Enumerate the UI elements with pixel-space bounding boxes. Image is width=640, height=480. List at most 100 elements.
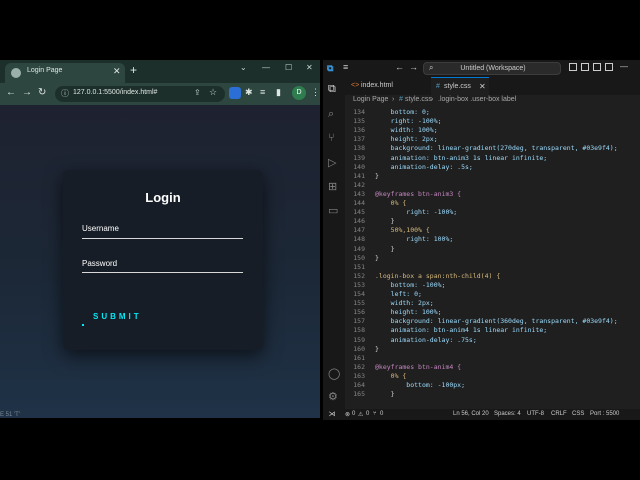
code-line[interactable]: 134 bottom: 0; — [345, 108, 640, 117]
remote-explorer-icon[interactable]: ▭ — [328, 204, 338, 217]
code-line[interactable]: 158 animation: btn-anim4 1s linear infin… — [345, 326, 640, 335]
code-line[interactable]: 138 background: linear-gradient(270deg, … — [345, 144, 640, 153]
warning-icon[interactable]: ⚠ — [358, 411, 363, 418]
code-line[interactable]: 156 height: 100%; — [345, 308, 640, 317]
back-arrow-icon[interactable]: ← — [6, 87, 16, 98]
share-icon[interactable]: ⇪ — [194, 88, 201, 97]
search-icon[interactable]: ⌕ — [328, 108, 334, 121]
warning-count[interactable]: 0 — [366, 411, 369, 417]
puzzle-icon[interactable]: ✱ — [245, 87, 253, 98]
customize-layout-icon[interactable] — [605, 63, 613, 71]
code-line[interactable]: 136 width: 100%; — [345, 126, 640, 135]
code-line[interactable]: 149 } — [345, 245, 640, 254]
reload-icon[interactable]: ↻ — [38, 87, 46, 98]
code-line[interactable]: 157 background: linear-gradient(360deg, … — [345, 317, 640, 326]
username-input[interactable] — [82, 238, 243, 239]
code-line[interactable]: 142 — [345, 181, 640, 190]
forward-arrow-icon[interactable]: → — [22, 87, 32, 98]
tab-style-css[interactable]: # style.css ✕ — [431, 77, 489, 95]
close-icon[interactable]: ✕ — [479, 78, 486, 96]
code-line[interactable]: 152 .login-box a span:nth-child(4) { — [345, 272, 640, 281]
toggle-panel-icon[interactable] — [581, 63, 589, 71]
code-line[interactable]: 153 bottom: -100%; — [345, 281, 640, 290]
code-line[interactable]: 162 @keyframes btn-anim4 { — [345, 363, 640, 372]
line-number: 137 — [353, 135, 365, 144]
sidebar-icon[interactable]: ▮ — [276, 87, 281, 98]
code-line[interactable]: 137 height: 2px; — [345, 135, 640, 144]
code-editor[interactable]: 134 bottom: 0; 135 right: -100%; 136 width… — [345, 107, 640, 409]
code-line[interactable]: 150} — [345, 254, 640, 263]
code-line[interactable]: 148 right: 100%; — [345, 235, 640, 244]
cursor-position[interactable]: Ln 56, Col 20 — [453, 411, 489, 417]
minimize-button[interactable]: — — [262, 63, 270, 72]
remote-indicator-icon[interactable]: ⋊ — [323, 409, 341, 420]
run-debug-icon[interactable]: ▷ — [328, 156, 336, 169]
minimize-button[interactable]: — — [620, 62, 628, 71]
code-line[interactable]: 146 } — [345, 217, 640, 226]
code-line[interactable]: 140 animation-delay: .5s; — [345, 163, 640, 172]
explorer-icon[interactable]: ⧉ — [328, 83, 336, 96]
line-number: 135 — [353, 117, 365, 126]
encoding[interactable]: UTF-8 — [527, 411, 544, 417]
indentation[interactable]: Spaces: 4 — [494, 411, 521, 417]
breadcrumb-file[interactable]: style.css — [405, 96, 432, 103]
port-status[interactable]: Port : 5500 — [590, 411, 619, 417]
close-window-button[interactable]: ✕ — [306, 63, 313, 72]
new-tab-button[interactable]: + — [130, 63, 137, 77]
avatar[interactable]: D — [292, 86, 306, 100]
code-line[interactable]: 165 } — [345, 390, 640, 399]
ports-icon[interactable]: ⑂ — [373, 411, 377, 417]
chevron-down-icon[interactable]: ⌄ — [240, 63, 247, 72]
gear-icon[interactable]: ⚙ — [328, 390, 338, 403]
media-icon[interactable]: ≡ — [260, 87, 265, 97]
error-icon[interactable]: ⊗ — [345, 411, 350, 418]
command-center-search[interactable]: ⌕ Untitled (Workspace) — [423, 62, 561, 75]
forward-arrow-icon[interactable]: → — [409, 62, 418, 72]
breadcrumb-folder[interactable]: Login Page — [353, 96, 388, 103]
toggle-secondary-sidebar-icon[interactable] — [593, 63, 601, 71]
error-count[interactable]: 0 — [352, 411, 355, 417]
breadcrumb-symbol[interactable]: .login-box .user-box label — [438, 96, 516, 103]
code-line[interactable]: 143 @keyframes btn-anim3 { — [345, 190, 640, 199]
line-ending[interactable]: CRLF — [551, 411, 567, 417]
code-line[interactable]: 139 animation: btn-anim3 1s linear infin… — [345, 154, 640, 163]
line-number: 157 — [353, 317, 365, 326]
ports-count[interactable]: 0 — [380, 411, 383, 417]
line-number: 150 — [353, 253, 365, 262]
close-tab-icon[interactable]: ✕ — [113, 66, 121, 77]
code-line[interactable]: 163 0% { — [345, 372, 640, 381]
browser-tab[interactable]: Login Page ✕ — [5, 63, 125, 83]
line-number: 153 — [353, 280, 365, 289]
tab-index-html[interactable]: <> index.html — [345, 77, 403, 95]
activity-bar: ⧉ ⌕ ⑂ ▷ ⊞ ▭ ◯ ⚙ — [323, 77, 345, 409]
code-line[interactable]: 160} — [345, 345, 640, 354]
password-input[interactable] — [82, 272, 243, 273]
code-line[interactable]: 159 animation-delay: .75s; — [345, 336, 640, 345]
address-bar[interactable]: ⓘ 127.0.0.1:5500/index.html# ⇪ ☆ — [55, 86, 225, 102]
line-number: 160 — [353, 344, 365, 353]
toggle-sidebar-icon[interactable] — [569, 63, 577, 71]
back-arrow-icon[interactable]: ← — [395, 62, 404, 72]
code-line[interactable]: 151 — [345, 263, 640, 272]
extensions-icon[interactable]: ⊞ — [328, 180, 337, 193]
code-line[interactable]: 144 0% { — [345, 199, 640, 208]
hamburger-menu-icon[interactable]: ≡ — [343, 62, 348, 72]
source-control-icon[interactable]: ⑂ — [328, 132, 335, 144]
maximize-button[interactable]: ☐ — [285, 63, 292, 72]
language-mode[interactable]: CSS — [572, 411, 584, 417]
code-line[interactable]: 164 bottom: -100px; — [345, 381, 640, 390]
kebab-menu-icon[interactable]: ⋮ — [311, 87, 320, 98]
code-line[interactable]: 161 — [345, 354, 640, 363]
extension-icon[interactable] — [229, 87, 241, 99]
code-line[interactable]: 135 right: -100%; — [345, 117, 640, 126]
code-line[interactable]: 145 right: -100%; — [345, 208, 640, 217]
code-line[interactable]: 154 left: 0; — [345, 290, 640, 299]
info-icon[interactable]: ⓘ — [61, 88, 69, 99]
code-line[interactable]: 141} — [345, 172, 640, 181]
star-icon[interactable]: ☆ — [209, 87, 217, 98]
code-text: animation: btn-anim3 1s linear infinite; — [375, 153, 548, 162]
submit-button[interactable]: SUBMIT — [93, 312, 142, 321]
code-line[interactable]: 147 50%,100% { — [345, 226, 640, 235]
account-icon[interactable]: ◯ — [328, 367, 340, 380]
code-line[interactable]: 155 width: 2px; — [345, 299, 640, 308]
